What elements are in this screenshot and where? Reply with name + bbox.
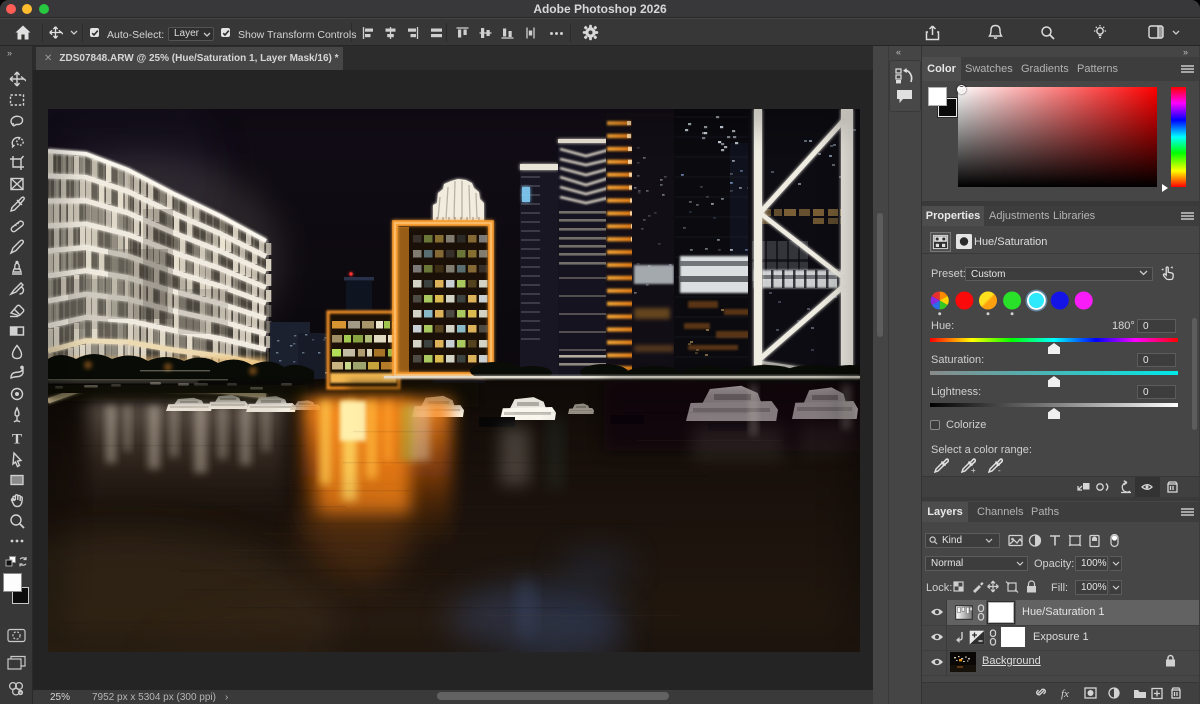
svg-text:+: +: [971, 466, 976, 474]
svg-text:T: T: [12, 432, 22, 448]
svg-text:-: -: [998, 466, 1001, 474]
svg-text:fx: fx: [1061, 688, 1069, 700]
